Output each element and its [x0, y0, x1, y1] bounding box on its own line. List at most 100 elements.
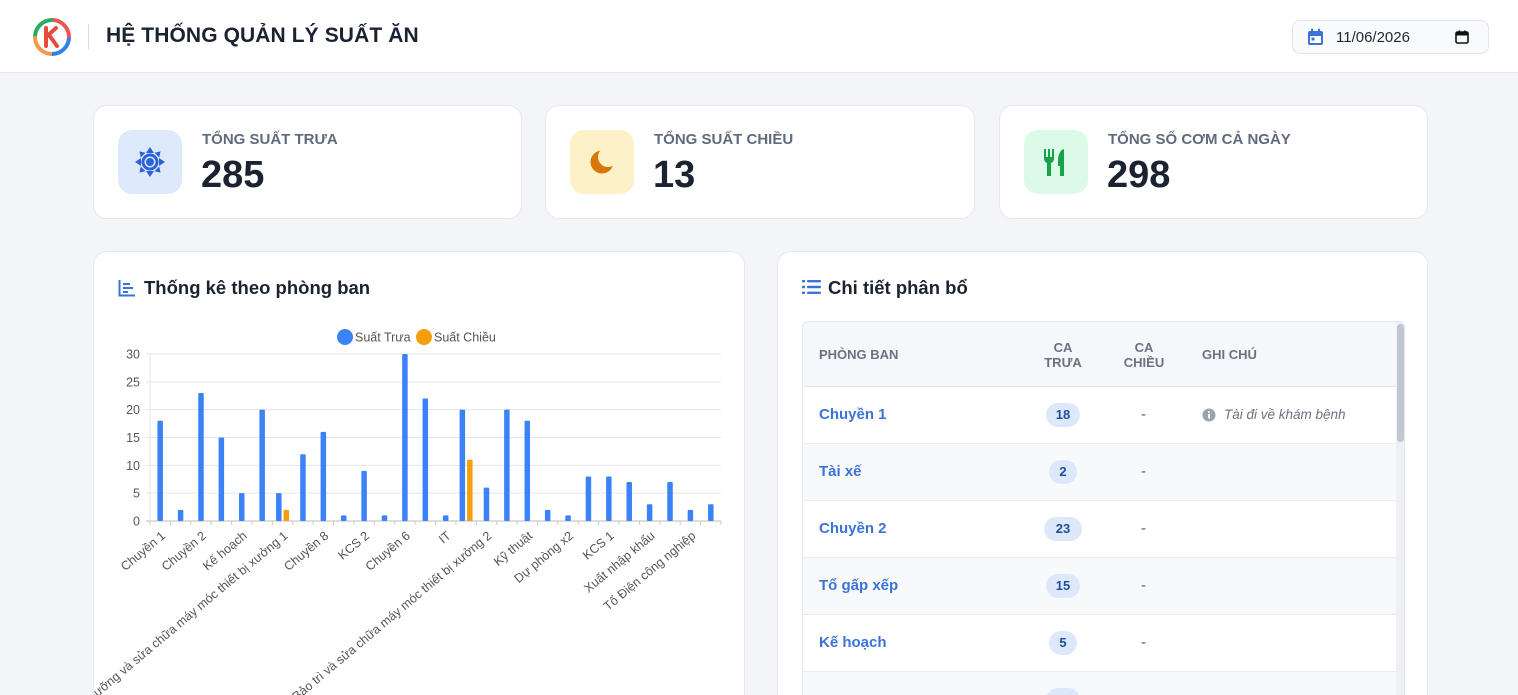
dept-name[interactable]: Chuyền 2	[819, 520, 887, 537]
bar-suat-trua	[459, 409, 466, 521]
stat-value: 285	[201, 154, 265, 196]
table-row[interactable]: Kế hoạch 5 -	[803, 615, 1397, 672]
x-tick-label: KCS 2	[335, 529, 372, 563]
stat-card-total: TỔNG SỐ CƠM CẢ NGÀY 298	[999, 105, 1428, 219]
bar-suat-trua	[300, 454, 306, 521]
bar-suat-trua	[606, 476, 612, 521]
bar-suat-chieu	[283, 509, 290, 521]
calendar-picker-icon[interactable]	[1455, 30, 1469, 44]
y-tick-label: 30	[126, 348, 140, 362]
department-bar-chart: 051015202530Chuyền 1Chuyền 2Kế hoạchBảo …	[94, 329, 722, 695]
calendar-icon	[1308, 28, 1323, 45]
stat-label: TỔNG SUẤT CHIỀU	[654, 131, 794, 148]
allocation-table: PHÒNG BAN CA TRƯA CA CHIỀU GHI CHÚ Chuyề…	[802, 321, 1405, 695]
header-divider	[88, 24, 89, 49]
k-logo-icon[interactable]	[32, 17, 72, 57]
bar-suat-trua	[687, 509, 694, 521]
dept-name[interactable]: Chuyền 1	[819, 406, 887, 423]
date-value[interactable]: 11/06/2026	[1336, 29, 1410, 46]
table-scrollbar[interactable]	[1396, 322, 1404, 695]
chart-panel: Thống kê theo phòng ban 0 5 10 15 20 25 30 Chuy…	[93, 251, 745, 695]
bar-suat-trua	[340, 515, 347, 521]
date-picker[interactable]: 11/06/2026	[1292, 20, 1489, 54]
lunch-count-badge: 2	[1049, 460, 1077, 484]
x-tick-label: Chuyền 2	[159, 529, 209, 574]
col-lunch-line2: TRƯA	[1044, 355, 1082, 370]
app-title: HỆ THỐNG QUẢN LÝ SUẤT ĂN	[106, 24, 419, 47]
scrollbar-thumb[interactable]	[1397, 324, 1404, 442]
dinner-count: -	[1141, 520, 1146, 537]
x-tick-label: Xuất nhập khẩu	[581, 529, 657, 596]
dept-name[interactable]: Tài xế	[819, 463, 862, 480]
stat-value: 13	[653, 154, 696, 196]
x-tick-label: Chuyền 6	[363, 529, 413, 574]
bar-suat-trua	[276, 493, 282, 521]
info-icon	[1202, 408, 1216, 422]
bar-suat-trua	[422, 398, 429, 521]
detail-panel: Chi tiết phân bổ PHÒNG BAN CA TRƯA CA CH…	[777, 251, 1428, 695]
bar-suat-trua	[708, 504, 714, 521]
dinner-count: -	[1141, 577, 1146, 594]
utensils-icon	[1024, 130, 1088, 194]
col-dinner-line2: CHIỀU	[1123, 355, 1165, 370]
y-tick-label: 0	[133, 515, 140, 529]
dinner-count: -	[1141, 406, 1146, 423]
col-note[interactable]: GHI CHÚ	[1202, 347, 1257, 362]
list-icon	[802, 280, 821, 294]
lunch-count-badge: 5	[1049, 631, 1077, 655]
legend-marker	[416, 329, 432, 345]
lunch-count-badge: 23	[1044, 517, 1082, 541]
sun-icon	[118, 130, 182, 194]
dept-name[interactable]: Kế hoạch	[819, 634, 887, 651]
bar-suat-trua	[585, 476, 592, 521]
table-row[interactable]: Tổ gấp xếp 15 -	[803, 558, 1397, 615]
table-row[interactable]: Tài xế 2 -	[803, 444, 1397, 501]
bar-suat-trua	[483, 487, 490, 521]
y-tick-label: 25	[126, 375, 140, 389]
col-lunch[interactable]: CA TRƯA	[1033, 340, 1093, 370]
bar-suat-trua	[544, 509, 551, 521]
stat-card-lunch: TỔNG SUẤT TRƯA 285	[93, 105, 522, 219]
lunch-count-badge	[1046, 688, 1080, 695]
x-tick-label: Chuyền 8	[281, 529, 331, 574]
dept-name[interactable]: Tổ gấp xếp	[819, 577, 898, 594]
lunch-count-badge: 18	[1046, 403, 1080, 427]
bar-suat-trua	[565, 515, 571, 521]
bar-suat-trua	[402, 354, 408, 521]
bar-suat-trua	[381, 515, 388, 521]
bar-suat-trua	[157, 420, 163, 521]
dinner-count: -	[1141, 463, 1146, 480]
bar-suat-chieu	[467, 459, 473, 521]
table-header: PHÒNG BAN CA TRƯA CA CHIỀU GHI CHÚ	[803, 322, 1397, 387]
x-tick-label: IT	[436, 528, 454, 546]
col-lunch-line1: CA	[1053, 340, 1073, 355]
note-text: Tài đi về khám bệnh	[1224, 407, 1346, 422]
bar-suat-trua	[504, 409, 510, 521]
bar-suat-trua	[361, 470, 367, 521]
bar-suat-trua	[667, 482, 673, 521]
bar-suat-trua	[524, 420, 531, 521]
legend-label: Suất Trưa	[355, 331, 411, 345]
bar-suat-trua	[198, 392, 204, 521]
table-row[interactable]: Chuyền 1 18 - Tài đi về khám bệnh	[803, 387, 1397, 444]
x-tick-label: KCS 1	[580, 529, 617, 563]
x-tick-label: Chuyền 1	[118, 529, 168, 574]
stat-label: TỔNG SUẤT TRƯA	[202, 131, 338, 148]
legend-label: Suất Chiều	[434, 331, 496, 345]
table-row[interactable]	[803, 672, 1397, 695]
col-dept[interactable]: PHÒNG BAN	[819, 347, 898, 362]
x-tick-label: Bảo dưỡng và sửa chữa máy móc thiết bị x…	[94, 529, 291, 695]
bar-suat-trua	[442, 515, 449, 521]
col-dinner-line1: CA	[1134, 340, 1154, 355]
stat-card-dinner: TỔNG SUẤT CHIỀU 13	[545, 105, 975, 219]
bar-suat-trua	[646, 504, 653, 521]
y-tick-label: 15	[126, 431, 140, 445]
table-row[interactable]: Chuyền 2 23 -	[803, 501, 1397, 558]
y-tick-label: 20	[126, 403, 140, 417]
legend-marker	[337, 329, 353, 345]
col-dinner[interactable]: CA CHIỀU	[1114, 340, 1174, 370]
bar-suat-trua	[259, 409, 265, 521]
bar-suat-trua	[218, 437, 225, 521]
moon-icon	[570, 130, 634, 194]
y-tick-label: 10	[126, 459, 140, 473]
